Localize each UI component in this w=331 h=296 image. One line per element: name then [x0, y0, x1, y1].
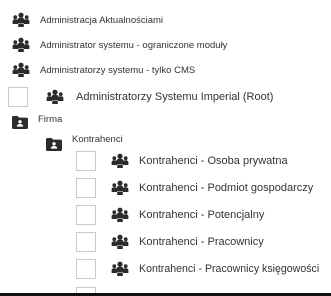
tree-item-label: Kontrahenci - Podmiot gospodarczy: [139, 182, 314, 194]
tree-folder-kontrahenci[interactable]: Kontrahenci: [46, 134, 123, 151]
tree-item-label: Kontrahenci - Pracownicy księgowości: [139, 263, 320, 275]
tree-item-label: Administratorzy systemu - tylko CMS: [40, 64, 196, 76]
users-group-icon: [111, 234, 129, 250]
tree-item-administratorzy-root[interactable]: Administratorzy Systemu Imperial (Root): [46, 89, 273, 105]
users-group-icon: [46, 89, 64, 105]
tree-item-label: Administrator systemu - ograniczone modu…: [40, 39, 228, 51]
tree-item-kontrahenci-osoba-prywatna[interactable]: Kontrahenci - Osoba prywatna: [111, 153, 288, 169]
users-group-icon: [111, 261, 129, 277]
tree-item-label: Kontrahenci - Potencjalny: [139, 209, 265, 221]
tree-item-administracja-aktualnosciami[interactable]: Administracja Aktualnościami: [12, 12, 163, 28]
checkbox-kontrahenci-osoba-prywatna[interactable]: [76, 151, 96, 171]
users-group-icon: [111, 153, 129, 169]
tree-item-kontrahenci-pracownicy-ksiegowosci[interactable]: Kontrahenci - Pracownicy księgowości: [111, 261, 319, 277]
tree-item-kontrahenci-pracownicy[interactable]: Kontrahenci - Pracownicy: [111, 234, 264, 250]
tree-item-administratorzy-cms[interactable]: Administratorzy systemu - tylko CMS: [12, 62, 195, 78]
tree-item-kontrahenci-podmiot-gospodarczy[interactable]: Kontrahenci - Podmiot gospodarczy: [111, 180, 313, 196]
checkbox-kontrahenci-podmiot-gospodarczy[interactable]: [76, 178, 96, 198]
user-folder-icon: [46, 138, 62, 151]
users-group-icon: [12, 12, 30, 28]
tree-item-label: Kontrahenci - Osoba prywatna: [139, 155, 288, 167]
tree-item-label: Kontrahenci - Pracownicy: [139, 236, 264, 248]
tree-item-kontrahenci-potencjalny[interactable]: Kontrahenci - Potencjalny: [111, 207, 264, 223]
checkbox-administratorzy-root[interactable]: [8, 87, 28, 107]
checkbox-kontrahenci-pracownicy[interactable]: [76, 232, 96, 252]
tree-item-label: Administratorzy Systemu Imperial (Root): [76, 91, 274, 103]
users-group-icon: [111, 180, 129, 196]
user-folder-icon: [12, 116, 28, 129]
users-group-icon: [12, 62, 30, 78]
tree-folder-firma[interactable]: Firma: [12, 114, 63, 129]
users-group-icon: [12, 37, 30, 53]
users-group-icon: [111, 207, 129, 223]
checkbox-kontrahenci-pracownicy-ksiegowosci[interactable]: [76, 259, 96, 279]
tree-folder-label: Kontrahenci: [72, 134, 123, 145]
tree-folder-label: Firma: [38, 114, 63, 125]
checkbox-kontrahenci-potencjalny[interactable]: [76, 205, 96, 225]
tree-item-administrator-systemu[interactable]: Administrator systemu - ograniczone modu…: [12, 37, 227, 53]
tree-item-label: Administracja Aktualnościami: [40, 14, 164, 26]
